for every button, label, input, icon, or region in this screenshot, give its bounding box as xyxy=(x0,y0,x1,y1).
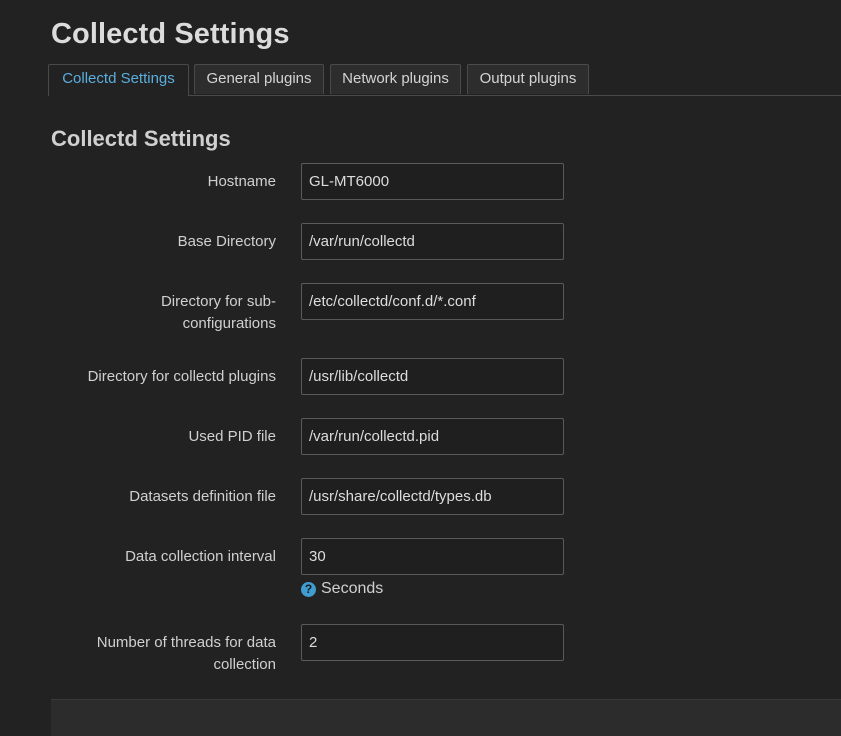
base-directory-input[interactable] xyxy=(301,223,564,260)
hostname-label: Hostname xyxy=(207,173,276,190)
collection-interval-input[interactable] xyxy=(301,538,564,575)
sub-configurations-directory-label: Directory for sub-configurations xyxy=(160,293,276,332)
page-actions-bar xyxy=(51,699,841,736)
threads-input[interactable] xyxy=(301,624,564,661)
collection-interval-label: Data collection interval xyxy=(125,548,276,565)
tab-collectd-settings[interactable]: Collectd Settings xyxy=(48,64,189,96)
threads-label: Number of threads for data collection xyxy=(96,634,276,673)
tab-bar: Collectd Settings General plugins Networ… xyxy=(48,64,841,96)
hostname-input[interactable] xyxy=(301,163,564,200)
help-icon[interactable]: ? xyxy=(301,581,316,597)
collectd-settings-page: Collectd Settings Collectd Settings Gene… xyxy=(0,0,841,736)
pid-file-input[interactable] xyxy=(301,418,564,455)
tab-general-plugins[interactable]: General plugins xyxy=(194,64,324,94)
tab-output-plugins[interactable]: Output plugins xyxy=(467,64,589,94)
sub-configurations-directory-input[interactable] xyxy=(301,283,564,320)
collection-interval-unit: Seconds xyxy=(321,580,384,597)
datasets-definition-label: Datasets definition file xyxy=(129,488,276,505)
pid-file-label: Used PID file xyxy=(188,428,276,445)
datasets-definition-input[interactable] xyxy=(301,478,564,515)
collection-interval-hint: ? Seconds xyxy=(301,579,383,599)
section-title: Collectd Settings xyxy=(51,126,231,151)
tab-network-plugins[interactable]: Network plugins xyxy=(330,64,461,94)
base-directory-label: Base Directory xyxy=(177,233,276,250)
plugins-directory-input[interactable] xyxy=(301,358,564,395)
page-title: Collectd Settings xyxy=(51,18,290,50)
plugins-directory-label: Directory for collectd plugins xyxy=(87,368,276,385)
